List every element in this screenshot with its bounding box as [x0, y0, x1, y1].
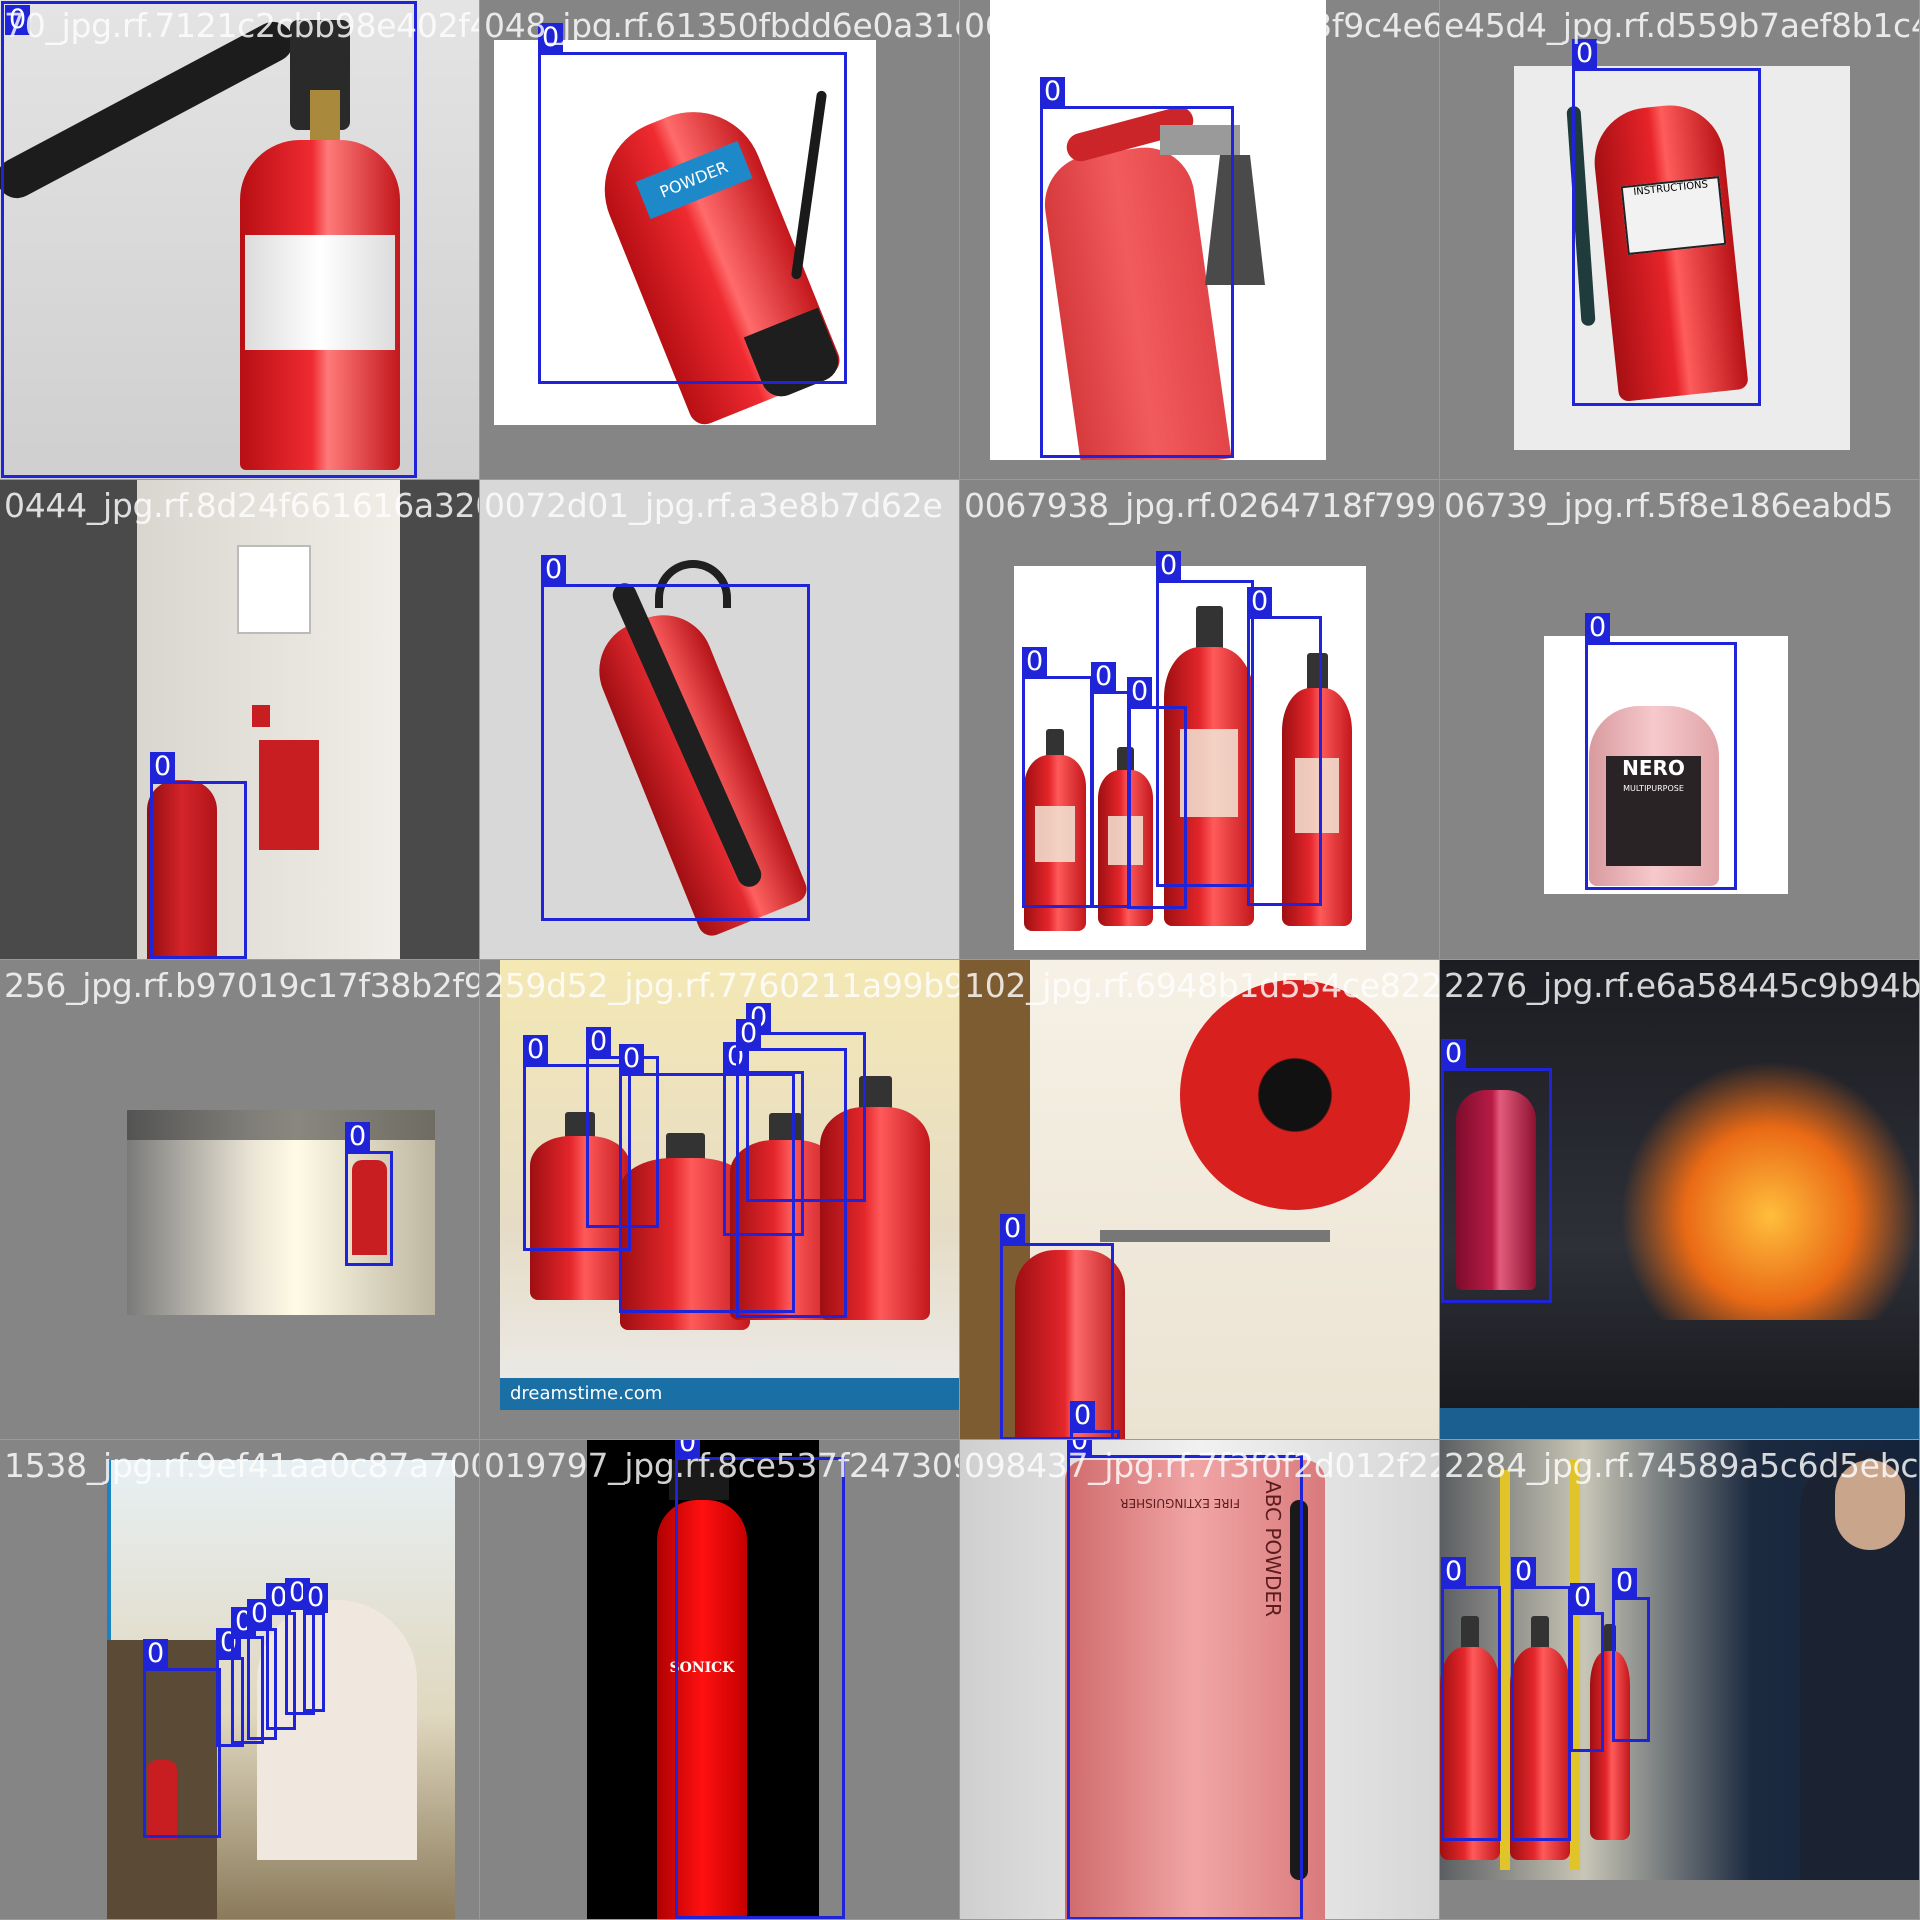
bounding-box: 0 [1441, 1039, 1552, 1303]
class-label: 0 [1022, 647, 1048, 677]
class-label: 0 [586, 1027, 612, 1057]
class-label: 0 [1000, 1214, 1026, 1244]
class-label: 0 [143, 1639, 169, 1669]
bounding-box: 0 [345, 1122, 393, 1266]
bounding-box: 0 [1511, 1557, 1571, 1841]
image-filename: 1538_jpg.rf.9ef41aa0c87a70019797_jpg.rf.… [4, 1446, 479, 1485]
tile-4: INSTRUCTIONS 0 e45d4_jpg.rf.d559b7aef8b1… [1440, 0, 1920, 480]
bounding-box: 0 [150, 752, 247, 959]
bounding-box: 0 [1067, 1440, 1303, 1919]
image-filename: 0444_jpg.rf.8d24f661616a320072d01_jpg.rf… [4, 486, 479, 525]
tile-9: 0 256_jpg.rf.b97019c17f38b2f9259d52_jpg.… [0, 960, 480, 1440]
bounding-box: 0 [1612, 1568, 1650, 1742]
class-label: 0 [1585, 613, 1611, 643]
image-filename: 0067938_jpg.rf.0264718f79910a06739_jpg.r… [964, 486, 1440, 525]
class-label: 0 [1511, 1557, 1537, 1587]
bounding-box: 0 [1247, 587, 1322, 906]
tile-2: POWDER 0 048_jpg.rf.61350fbdd6e0a31e [480, 0, 960, 480]
class-label: 0 [1441, 1557, 1467, 1587]
image-filename: 2284_jpg.rf.74589a5c6d5ebc [1444, 1446, 1919, 1485]
bounding-box: 0 [143, 1639, 221, 1838]
tile-16: 0 0 0 0 2284_jpg.rf.74589a5c6d5ebc [1440, 1440, 1920, 1920]
tile-7: 0 0 0 0 0 0067938_jpg.rf.0264718f79910a0… [960, 480, 1440, 960]
bounding-box: 0 [538, 23, 847, 384]
bounding-box: 0 [1570, 1583, 1604, 1752]
bounding-box: 0 [1572, 39, 1761, 406]
image-filename: 102_jpg.rf.6948b1d554ce82276_jpg.rf.e6a5… [964, 966, 1440, 1005]
bounding-box: 0 [1070, 1401, 1120, 1439]
class-label: 0 [1570, 1583, 1596, 1613]
tile-10: dreamstime.com 0 0 0 0 0 0 259d52_jpg.rf… [480, 960, 960, 1440]
class-label: 0 [1612, 1568, 1638, 1598]
bounding-box: 0 [736, 1019, 847, 1318]
tile-8: NERO MULTIPURPOSE 0 06739_jpg.rf.5f8e186… [1440, 480, 1920, 960]
bounding-box: 0 [1000, 1214, 1114, 1439]
bounding-box: 0 [1156, 551, 1254, 887]
bounding-box: 0 [675, 1440, 845, 1919]
class-label: 0 [1091, 662, 1117, 692]
bounding-box: 0 [541, 555, 810, 921]
image-filename: 256_jpg.rf.b97019c17f38b2f9259d52_jpg.rf… [4, 966, 480, 1005]
bounding-box: 0 [1022, 647, 1093, 908]
class-label: 0 [541, 555, 567, 585]
class-label: 0 [619, 1044, 645, 1074]
image-filename: 70_jpg.rf.7121c2cbb98e402f49_4ecb61c50fb… [4, 6, 479, 45]
bounding-box: 0 [303, 1583, 329, 1712]
tile-1: 0 70_jpg.rf.7121c2cbb98e402f49_4ecb61c50… [0, 0, 480, 480]
class-label: 0 [1441, 1039, 1467, 1069]
bounding-box: 0 [1040, 77, 1234, 458]
image-filename: 06739_jpg.rf.5f8e186eabd5 [1444, 486, 1894, 525]
tile-15: ABC POWDER FIRE EXTINGUISHER 0 098437_jp… [960, 1440, 1440, 1920]
class-label: 0 [1040, 77, 1066, 107]
class-label: 0 [1156, 551, 1182, 581]
image-filename: 259d52_jpg.rf.7760211a99b9c4 [484, 966, 960, 1005]
tile-5: 0 0444_jpg.rf.8d24f661616a320072d01_jpg.… [0, 480, 480, 960]
tile-6: 0 0072d01_jpg.rf.a3e8b7d62e [480, 480, 960, 960]
tile-14: SONICK 0 019797_jpg.rf.8ce537f2473098 [480, 1440, 960, 1920]
image-filename: 048_jpg.rf.61350fbdd6e0a31e [484, 6, 960, 45]
tile-11: 0 0 102_jpg.rf.6948b1d554ce82276_jpg.rf.… [960, 960, 1440, 1440]
bounding-box: 0 [1441, 1557, 1501, 1841]
image-filename: 069100_jpg.rf.8860fe3f9c4e6701574 1f53d5… [964, 6, 1439, 45]
bounding-box: 0 [1091, 662, 1131, 908]
class-label: 0 [1127, 677, 1153, 707]
tile-3: 0 069100_jpg.rf.8860fe3f9c4e6701574 1f53… [960, 0, 1440, 480]
tile-13: 0 0 0 0 0 0 0 1538_jpg.rf.9ef41aa0c87a70… [0, 1440, 480, 1920]
bounding-box: 0 [1585, 613, 1737, 890]
image-filename: 0072d01_jpg.rf.a3e8b7d62e [484, 486, 943, 525]
tile-12: 0 2276_jpg.rf.e6a58445c9b94b [1440, 960, 1920, 1440]
bounding-box: 0 [1, 1, 417, 478]
image-filename: 098437_jpg.rf.7f3f0f2d012f2284_jpg.rf.74… [964, 1446, 1439, 1485]
class-label: 0 [303, 1583, 329, 1613]
class-label: 0 [150, 752, 176, 782]
image-filename: 019797_jpg.rf.8ce537f2473098 [484, 1446, 960, 1485]
image-filename: 2276_jpg.rf.e6a58445c9b94b [1444, 966, 1920, 1005]
class-label: 0 [1247, 587, 1273, 617]
watermark-banner: dreamstime.com [500, 1378, 959, 1410]
class-label: 0 [523, 1035, 549, 1065]
detection-mosaic: 0 70_jpg.rf.7121c2cbb98e402f49_4ecb61c50… [0, 0, 1920, 1920]
class-label: 0 [1070, 1401, 1096, 1431]
image-filename: e45d4_jpg.rf.d559b7aef8b1c4 [1444, 6, 1920, 45]
class-label: 0 [736, 1019, 762, 1049]
class-label: 0 [345, 1122, 371, 1152]
